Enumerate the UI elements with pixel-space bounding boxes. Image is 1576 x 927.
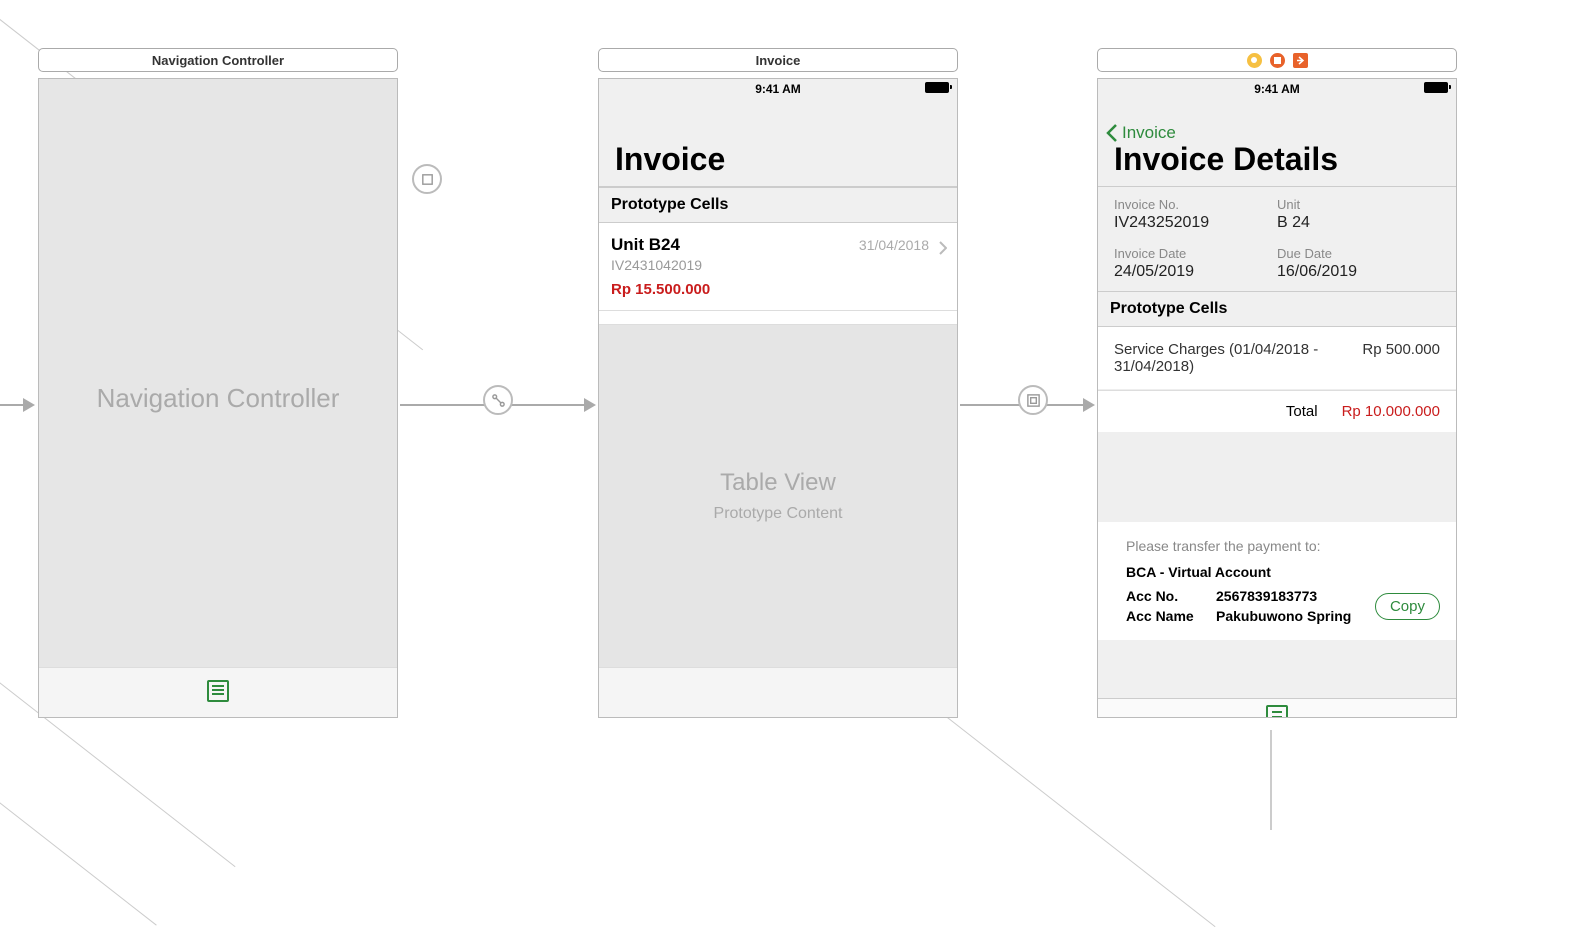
invoice-tab-icon: [1266, 705, 1288, 718]
placeholder-label: Navigation Controller: [97, 383, 340, 414]
tab-bar-placeholder: [599, 667, 957, 717]
copy-button[interactable]: Copy: [1375, 593, 1440, 620]
invoice-tab-icon: [207, 680, 229, 702]
acc-no-label: Acc No.: [1126, 588, 1216, 604]
background-line: [1270, 730, 1272, 830]
tab-bar[interactable]: Invoice: [1098, 698, 1456, 718]
acc-no-value: 2567839183773: [1216, 588, 1375, 604]
acc-name-label: Acc Name: [1126, 608, 1216, 624]
nav-bar: Invoice Invoice Details: [1098, 99, 1456, 187]
scene-navigation-controller[interactable]: Navigation Controller 9:41 AM Navigation…: [38, 48, 398, 718]
acc-name-value: Pakubuwono Spring: [1216, 608, 1375, 624]
section-header: Prototype Cells: [599, 187, 957, 223]
back-label: Invoice: [1122, 123, 1176, 143]
status-time: 9:41 AM: [755, 82, 801, 96]
viewcontroller-icon: [1247, 53, 1262, 68]
invoice-date-value: 24/05/2019: [1114, 263, 1277, 281]
total-amount: Rp 10.000.000: [1342, 403, 1440, 420]
line-item-desc: Service Charges (01/04/2018 - 31/04/2018…: [1114, 341, 1362, 375]
battery-icon: [1424, 82, 1448, 93]
chevron-right-icon: [939, 241, 947, 260]
table-view-placeholder: Table View Prototype Content: [599, 325, 957, 667]
total-row: Total Rp 10.000.000: [1098, 390, 1456, 432]
cell-date: 31/04/2018: [859, 237, 929, 253]
segue-embed-icon[interactable]: [412, 164, 442, 194]
scene-invoice[interactable]: Invoice 9:41 AM Invoice Prototype Cells …: [598, 48, 958, 718]
invoice-meta: Invoice No. IV243252019 Unit B 24 Invoic…: [1098, 187, 1456, 291]
first-responder-icon: [1270, 53, 1285, 68]
section-header: Prototype Cells: [1098, 291, 1456, 327]
due-date-value: 16/06/2019: [1277, 263, 1440, 281]
segue-show-icon[interactable]: [1018, 385, 1048, 415]
scene-invoice-details[interactable]: 9:41 AM Invoice Invoice Details Invoice …: [1097, 48, 1457, 718]
back-button[interactable]: Invoice: [1106, 123, 1176, 143]
tab-bar-placeholder: [39, 667, 397, 717]
unit-label: Unit: [1277, 197, 1440, 212]
entry-point-arrow: [0, 398, 35, 412]
phone-frame: 9:41 AM Navigation Controller: [38, 78, 398, 718]
segue-relationship-icon[interactable]: [483, 385, 513, 415]
cell-price: Rp 15.500.000: [611, 281, 945, 298]
exit-icon: [1293, 53, 1308, 68]
invoice-no-label: Invoice No.: [1114, 197, 1277, 212]
unit-value: B 24: [1277, 214, 1440, 232]
scene-title-bar[interactable]: [1097, 48, 1457, 72]
scene-title-label: Navigation Controller: [152, 53, 284, 68]
page-title: Invoice Details: [1114, 141, 1338, 178]
storyboard-canvas[interactable]: Navigation Controller 9:41 AM Navigation…: [0, 0, 1576, 824]
status-bar: 9:41 AM: [1098, 79, 1456, 99]
nav-controller-placeholder: Navigation Controller: [39, 79, 397, 717]
scene-title-label: Invoice: [756, 53, 801, 68]
invoice-date-label: Invoice Date: [1114, 246, 1277, 261]
placeholder-title: Table View: [720, 469, 836, 497]
line-item-row: Service Charges (01/04/2018 - 31/04/2018…: [1098, 327, 1456, 390]
line-item-amount: Rp 500.000: [1362, 341, 1440, 375]
spacer: [1098, 432, 1456, 522]
total-label: Total: [1286, 403, 1318, 420]
due-date-label: Due Date: [1277, 246, 1440, 261]
phone-frame: 9:41 AM Invoice Invoice Details Invoice …: [1097, 78, 1457, 718]
status-bar: 9:41 AM: [599, 79, 957, 99]
cell-code: IV2431042019: [611, 257, 945, 273]
scene-title-bar[interactable]: Invoice: [598, 48, 958, 72]
invoice-no-value: IV243252019: [1114, 214, 1277, 232]
payment-info: Please transfer the payment to: BCA - Vi…: [1098, 522, 1456, 640]
phone-frame: 9:41 AM Invoice Prototype Cells Unit B24…: [598, 78, 958, 718]
invoice-cell[interactable]: Unit B24 IV2431042019 Rp 15.500.000 31/0…: [599, 223, 957, 311]
background-line: [0, 740, 157, 925]
cell-spacer: [599, 311, 957, 325]
battery-icon: [925, 82, 949, 93]
status-time: 9:41 AM: [1254, 82, 1300, 96]
payment-instruction: Please transfer the payment to:: [1126, 538, 1440, 554]
nav-bar: Invoice: [599, 99, 957, 187]
page-title: Invoice: [615, 141, 725, 178]
placeholder-subtitle: Prototype Content: [714, 505, 843, 523]
scene-title-bar[interactable]: Navigation Controller: [38, 48, 398, 72]
payment-bank: BCA - Virtual Account: [1126, 564, 1440, 580]
